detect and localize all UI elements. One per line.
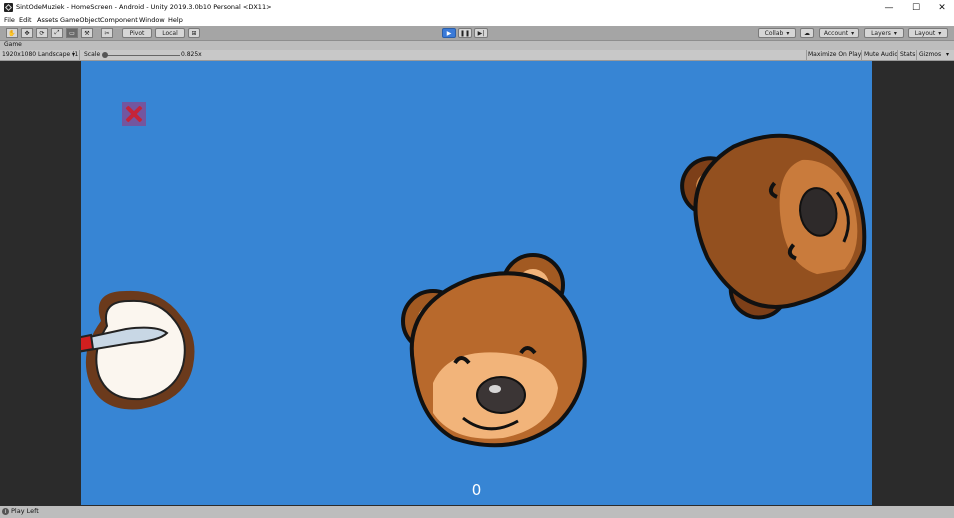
- bear-head-rotated-icon[interactable]: [673, 131, 872, 321]
- menu-bar: File Edit Assets GameObject Component Wi…: [0, 15, 954, 26]
- bear-head-icon[interactable]: [393, 253, 599, 453]
- cloud-icon[interactable]: ☁: [800, 28, 814, 38]
- pause-button[interactable]: ❚❚: [458, 28, 472, 38]
- divider: [861, 50, 862, 60]
- local-toggle[interactable]: Local: [155, 28, 185, 38]
- minimize-button[interactable]: —: [876, 0, 902, 15]
- stats-toggle[interactable]: Stats: [900, 51, 915, 58]
- layout-dropdown[interactable]: Layout: [908, 28, 948, 38]
- rect-tool-icon[interactable]: ▭: [66, 28, 78, 38]
- tab-game[interactable]: Game: [4, 41, 22, 48]
- score-label: 0: [471, 481, 482, 499]
- menu-help[interactable]: Help: [168, 16, 183, 24]
- maximize-button[interactable]: ☐: [903, 0, 929, 15]
- window-title: SintOdeMuziek - HomeScreen - Android - U…: [16, 3, 272, 11]
- menu-edit[interactable]: Edit: [19, 16, 32, 24]
- menu-file[interactable]: File: [4, 16, 15, 24]
- scale-slider-track[interactable]: [105, 55, 180, 56]
- resolution-chevron-icon[interactable]: ▾: [72, 51, 75, 58]
- status-bar: i Play Left: [0, 506, 954, 518]
- close-x-icon[interactable]: [122, 102, 146, 126]
- collab-dropdown[interactable]: Collab: [758, 28, 796, 38]
- rotate-tool-icon[interactable]: ⟳: [36, 28, 48, 38]
- scale-label: Scale: [84, 51, 101, 58]
- divider: [806, 50, 807, 60]
- close-window-button[interactable]: ✕: [929, 0, 954, 15]
- transform-tool-icon[interactable]: ⚒: [81, 28, 93, 38]
- console-message[interactable]: Play Left: [11, 507, 39, 515]
- unity-logo-icon: [4, 3, 13, 12]
- account-dropdown[interactable]: Account: [819, 28, 859, 38]
- custom-tool-icon[interactable]: ✂: [101, 28, 113, 38]
- menu-window[interactable]: Window: [139, 16, 165, 24]
- maximize-on-play-toggle[interactable]: Maximize On Play: [808, 51, 861, 58]
- info-icon: i: [2, 508, 9, 515]
- layers-dropdown[interactable]: Layers: [864, 28, 904, 38]
- pivot-toggle[interactable]: Pivot: [122, 28, 152, 38]
- divider: [79, 50, 80, 60]
- main-toolbar: ✋ ✥ ⟳ ⤢ ▭ ⚒ ✂ Pivot Local ⊞ ▶ ❚❚ ▶| Coll…: [0, 26, 954, 41]
- divider: [897, 50, 898, 60]
- step-button[interactable]: ▶|: [474, 28, 488, 38]
- bread-slice-icon[interactable]: [81, 281, 211, 421]
- hand-tool-icon[interactable]: ✋: [6, 28, 18, 38]
- game-view-controls: 1920x1080 Landscape (1 ▾ Scale 0.825x Ma…: [0, 50, 954, 61]
- game-viewport[interactable]: 0: [81, 61, 872, 505]
- scale-value: 0.825x: [181, 51, 202, 58]
- mute-audio-toggle[interactable]: Mute Audio: [864, 51, 898, 58]
- move-tool-icon[interactable]: ✥: [21, 28, 33, 38]
- divider: [916, 50, 917, 60]
- window-title-bar: SintOdeMuziek - HomeScreen - Android - U…: [0, 0, 954, 15]
- resolution-dropdown[interactable]: 1920x1080 Landscape (1: [2, 51, 78, 58]
- scale-slider-handle[interactable]: [102, 52, 108, 58]
- menu-gameobject[interactable]: GameObject: [60, 16, 101, 24]
- menu-assets[interactable]: Assets: [37, 16, 58, 24]
- snap-icon[interactable]: ⊞: [188, 28, 200, 38]
- scale-tool-icon[interactable]: ⤢: [51, 28, 63, 38]
- gizmos-dropdown[interactable]: Gizmos: [919, 51, 941, 58]
- play-button[interactable]: ▶: [442, 28, 456, 38]
- menu-component[interactable]: Component: [100, 16, 138, 24]
- gizmos-chevron-icon[interactable]: ▾: [946, 51, 949, 58]
